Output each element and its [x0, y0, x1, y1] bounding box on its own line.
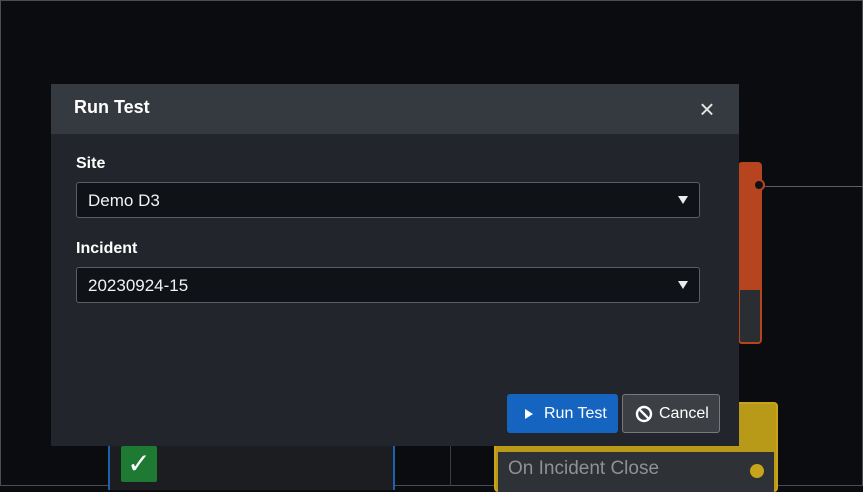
- run-test-button[interactable]: Run Test: [507, 394, 618, 433]
- canvas-divider: [450, 446, 451, 486]
- site-select-value: Demo D3: [88, 191, 160, 210]
- caret-down-icon: [678, 196, 688, 204]
- incident-label: Incident: [76, 240, 138, 257]
- cancel-button[interactable]: Cancel: [622, 394, 720, 433]
- close-icon[interactable]: ×: [695, 96, 719, 122]
- run-test-dialog: Run Test × Site Demo D3 Incident 2023092…: [51, 84, 739, 446]
- checkmark-icon: ✓: [121, 446, 157, 482]
- dialog-header: Run Test ×: [51, 84, 739, 134]
- node-output-port[interactable]: [753, 179, 765, 191]
- connector-wire: [760, 186, 863, 187]
- cancel-button-label: Cancel: [659, 404, 709, 422]
- incident-select[interactable]: 20230924-15: [76, 267, 700, 303]
- node-input-port[interactable]: [750, 464, 764, 478]
- site-select[interactable]: Demo D3: [76, 182, 700, 218]
- ban-icon: [635, 405, 653, 422]
- site-label: Site: [76, 155, 106, 172]
- caret-down-icon: [678, 281, 688, 289]
- play-icon: [525, 408, 533, 419]
- dialog-title: Run Test: [74, 97, 150, 117]
- incident-select-value: 20230924-15: [88, 276, 189, 295]
- run-test-button-label: Run Test: [544, 404, 607, 422]
- node-label: On Incident Close: [508, 458, 660, 479]
